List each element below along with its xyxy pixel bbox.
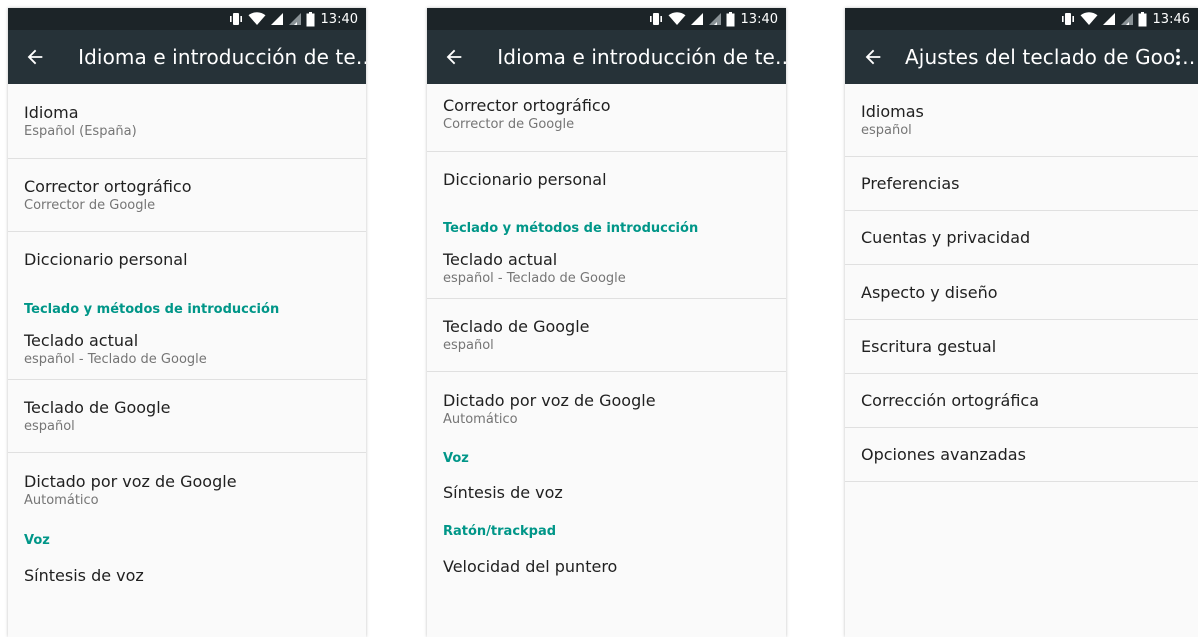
item-title: Teclado actual — [443, 249, 558, 269]
list-item-aspecto-y-diseno[interactable]: Aspecto y diseño — [845, 265, 1198, 320]
section-header-teclado: Teclado y métodos de introducción — [24, 302, 280, 317]
more-vert-icon — [1167, 46, 1189, 68]
status-time: 13:40 — [320, 11, 358, 27]
status-time: 13:46 — [1152, 11, 1190, 27]
list-item-sintesis-de-voz[interactable]: Síntesis de voz — [8, 548, 366, 602]
item-title: Idioma — [24, 102, 79, 122]
status-bar: 13:46 — [845, 8, 1198, 30]
signal-icon — [708, 12, 722, 26]
list-item-dictado-por-voz[interactable]: Dictado por voz de Google Automático — [8, 453, 366, 528]
status-bar: 13:40 — [8, 8, 366, 30]
battery-icon — [726, 12, 735, 27]
settings-list: Idioma Español (España) Corrector ortogr… — [8, 84, 366, 602]
list-item-teclado-de-google[interactable]: Teclado de Google español — [8, 380, 366, 453]
item-title: Velocidad del puntero — [443, 556, 618, 576]
item-title: Corrección ortográfica — [861, 391, 1040, 410]
page-title: Ajustes del teclado de Goo… — [905, 45, 1196, 69]
item-title: Opciones avanzadas — [861, 445, 1026, 464]
section-header-voz: Voz — [443, 451, 469, 466]
list-item-preferencias[interactable]: Preferencias — [845, 157, 1198, 211]
section-header-teclado: Teclado y métodos de introducción — [443, 221, 699, 236]
settings-list: Corrector ortográfico Corrector de Googl… — [427, 84, 786, 593]
list-item-teclado-actual[interactable]: Teclado actual español - Teclado de Goog… — [8, 319, 366, 380]
item-title: Síntesis de voz — [24, 565, 144, 585]
item-title: Dictado por voz de Google — [24, 472, 237, 491]
list-item-opciones-avanzadas[interactable]: Opciones avanzadas — [845, 428, 1198, 482]
arrow-back-icon — [24, 46, 46, 68]
signal-icon — [1102, 12, 1116, 26]
item-subtitle: español — [861, 122, 912, 138]
list-item-diccionario-personal[interactable]: Diccionario personal — [427, 152, 786, 207]
item-subtitle: español — [24, 418, 75, 434]
item-title: Preferencias — [861, 174, 960, 193]
battery-icon — [1138, 12, 1147, 27]
list-item-cuentas-y-privacidad[interactable]: Cuentas y privacidad — [845, 211, 1198, 265]
vibrate-icon — [648, 12, 664, 26]
item-title: Escritura gestual — [861, 337, 997, 356]
list-item-diccionario-personal[interactable]: Diccionario personal — [8, 232, 366, 286]
item-title: Teclado de Google — [443, 316, 590, 336]
app-bar: Idioma e introducción de te… — [8, 30, 366, 84]
section-header-voz: Voz — [24, 533, 50, 548]
arrow-back-icon — [443, 46, 465, 68]
item-title: Diccionario personal — [443, 170, 607, 189]
wifi-icon — [1080, 12, 1098, 26]
list-item-idiomas[interactable]: Idiomas español — [845, 84, 1198, 157]
item-subtitle: Corrector de Google — [24, 197, 156, 213]
item-title: Teclado actual — [24, 330, 139, 350]
signal-icon — [1120, 12, 1134, 26]
page-title: Idioma e introducción de te… — [497, 45, 786, 69]
item-title: Diccionario personal — [24, 249, 188, 269]
item-title: Síntesis de voz — [443, 483, 563, 502]
list-item-idioma[interactable]: Idioma Español (España) — [8, 84, 366, 159]
item-title: Cuentas y privacidad — [861, 228, 1031, 247]
item-subtitle: Automático — [24, 493, 99, 508]
item-subtitle: Español (España) — [24, 123, 137, 139]
page-title: Idioma e introducción de te… — [78, 45, 366, 69]
list-item-velocidad-del-puntero[interactable]: Velocidad del puntero — [427, 539, 786, 593]
overflow-menu-button[interactable] — [1158, 30, 1198, 84]
section-header-raton-trackpad: Ratón/trackpad — [443, 524, 557, 539]
item-title: Aspecto y diseño — [861, 282, 998, 302]
signal-icon — [270, 12, 284, 26]
list-item-escritura-gestual[interactable]: Escritura gestual — [845, 320, 1198, 374]
screen-language-input-2: 13:40 Idioma e introducción de te… Corre… — [427, 8, 786, 637]
vibrate-icon — [1060, 12, 1076, 26]
screen-language-input-1: 13:40 Idioma e introducción de te… Idiom… — [8, 8, 366, 637]
wifi-icon — [668, 12, 686, 26]
item-title: Dictado por voz de Google — [443, 390, 656, 410]
item-subtitle: español — [443, 337, 494, 353]
settings-list: Idiomas español Preferencias Cuentas y p… — [845, 84, 1198, 482]
item-title: Corrector ortográfico — [24, 176, 192, 196]
signal-icon — [690, 12, 704, 26]
screen-google-keyboard-settings: 13:46 Ajustes del teclado de Goo… Idioma… — [845, 8, 1198, 637]
wifi-icon — [248, 12, 266, 26]
back-button[interactable] — [427, 30, 481, 84]
back-button[interactable] — [845, 30, 901, 84]
battery-icon — [306, 12, 315, 27]
back-button[interactable] — [8, 30, 62, 84]
list-item-dictado-por-voz[interactable]: Dictado por voz de Google Automático — [427, 372, 786, 446]
list-item-teclado-actual[interactable]: Teclado actual español - Teclado de Goog… — [427, 238, 786, 299]
list-item-sintesis-de-voz[interactable]: Síntesis de voz — [427, 466, 786, 519]
item-subtitle: español - Teclado de Google — [443, 270, 626, 286]
vibrate-icon — [228, 12, 244, 26]
item-title: Corrector ortográfico — [443, 96, 611, 115]
app-bar: Idioma e introducción de te… — [427, 30, 786, 84]
item-title: Teclado de Google — [24, 397, 171, 417]
status-time: 13:40 — [740, 11, 778, 27]
list-item-teclado-de-google[interactable]: Teclado de Google español — [427, 299, 786, 372]
item-title: Idiomas — [861, 101, 924, 121]
item-subtitle: Automático — [443, 411, 518, 427]
status-bar: 13:40 — [427, 8, 786, 30]
list-item-correccion-ortografica[interactable]: Corrección ortográfica — [845, 374, 1198, 428]
signal-icon — [288, 12, 302, 26]
app-bar: Ajustes del teclado de Goo… — [845, 30, 1198, 84]
item-subtitle: Corrector de Google — [443, 117, 575, 132]
list-item-corrector-ortografico[interactable]: Corrector ortográfico Corrector de Googl… — [8, 159, 366, 232]
item-subtitle: español - Teclado de Google — [24, 351, 207, 367]
list-item-corrector-ortografico[interactable]: Corrector ortográfico Corrector de Googl… — [427, 84, 786, 152]
arrow-back-icon — [862, 46, 884, 68]
